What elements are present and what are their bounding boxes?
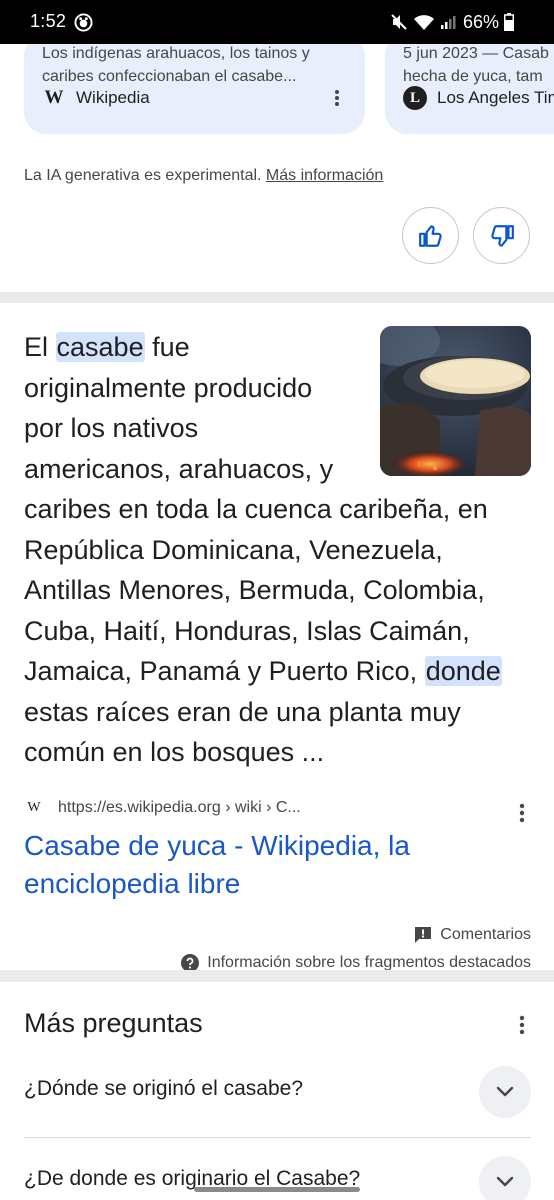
snippet-line: estas raíces eran de una planta muy (24, 696, 461, 727)
snippet-line: Jamaica, Panamá y Puerto Rico, donde (24, 656, 502, 686)
status-time: 1:52 (30, 11, 67, 31)
source-card-wikipedia[interactable]: Los indígenas arahuacos, los tainos y ca… (24, 44, 365, 134)
snippet-line: Cuba, Haití, Honduras, Islas Caimán, (24, 615, 470, 646)
source-card-la-times[interactable]: 5 jun 2023 — Casab hecha de yuca, tam L … (385, 44, 554, 134)
feedback-icon (415, 927, 432, 943)
expand-button[interactable] (479, 1156, 531, 1200)
more-questions-heading: Más preguntas (24, 1008, 203, 1038)
thumbs-down-icon (490, 224, 514, 247)
snippet-line: Antillas Menores, Bermuda, Colombia, (24, 575, 485, 605)
signal-icon (440, 16, 456, 29)
result-title-link[interactable]: Casabe de yuca - Wikipedia, la enciclope… (24, 827, 524, 903)
feedback-button[interactable]: Comentarios (414, 926, 531, 944)
section-divider (0, 970, 554, 982)
more-vert-icon[interactable] (512, 1013, 532, 1037)
ai-disclaimer: La IA generativa es experimental. Más in… (24, 167, 383, 185)
snippet-line: común en los bosques ... (24, 737, 325, 767)
thumbs-up-icon (418, 224, 442, 247)
card-source: L Los Angeles Tim (403, 86, 554, 110)
result-source[interactable]: W https://es.wikipedia.org › wiki › C... (24, 798, 301, 818)
mute-icon (391, 14, 407, 30)
card-source: W Wikipedia (42, 86, 150, 110)
question-item[interactable]: ¿De donde es originario el Casabe? (24, 1148, 531, 1200)
thumbs-down-button[interactable] (473, 207, 530, 264)
section-divider (0, 292, 554, 303)
gesture-nav-handle[interactable] (194, 1187, 360, 1192)
ai-disclaimer-text: La IA generativa es experimental. (24, 167, 266, 184)
snippet-line: originalmente producido (24, 372, 313, 403)
source-cards-carousel[interactable]: Los indígenas arahuacos, los tainos y ca… (0, 44, 554, 136)
wikipedia-logo-icon: W (44, 87, 64, 108)
question-separator (24, 1137, 531, 1138)
snippet-line: República Dominicana, Venezuela, (24, 534, 443, 565)
chevron-down-icon (496, 1176, 514, 1187)
featured-snippet-text: El casabe fue originalmente producido po… (24, 327, 544, 773)
snippet-line: El casabe fue (24, 332, 190, 362)
card-snippet: Los indígenas arahuacos, los tainos y ca… (42, 45, 310, 85)
card-source-name: Wikipedia (76, 88, 150, 107)
status-icons: 66% (390, 11, 514, 33)
more-vert-icon[interactable] (512, 801, 532, 825)
status-bar: 1:52 66% (0, 0, 554, 44)
la-times-logo-icon: L (403, 86, 427, 110)
wikipedia-favicon-icon: W (27, 800, 41, 815)
highlight-term: casabe (55, 332, 145, 362)
thumbs-up-button[interactable] (402, 207, 459, 264)
card-source-name: Los Angeles Tim (437, 88, 554, 107)
battery-icon (504, 13, 514, 31)
card-snippet: 5 jun 2023 — Casab hecha de yuca, tam (403, 45, 549, 85)
snippet-line: por los nativos (24, 413, 199, 443)
more-vert-icon[interactable] (327, 88, 347, 108)
app-notification-icon (74, 13, 93, 32)
battery-percent: 66% (462, 11, 499, 32)
chevron-down-icon (496, 1086, 514, 1097)
result-url: https://es.wikipedia.org › wiki › C... (58, 799, 301, 816)
expand-button[interactable] (479, 1066, 531, 1118)
more-info-link[interactable]: Más información (266, 167, 383, 184)
wifi-icon (413, 15, 434, 30)
snippet-line: caribes en toda la cuenca caribeña, en (24, 494, 488, 524)
feedback-label: Comentarios (440, 926, 531, 943)
highlight-term: donde (424, 656, 502, 686)
question-item[interactable]: ¿Dónde se originó el casabe? (24, 1058, 531, 1128)
question-text: ¿Dónde se originó el casabe? (24, 1077, 304, 1100)
snippet-line: americanos, arahuacos, y (24, 453, 334, 484)
